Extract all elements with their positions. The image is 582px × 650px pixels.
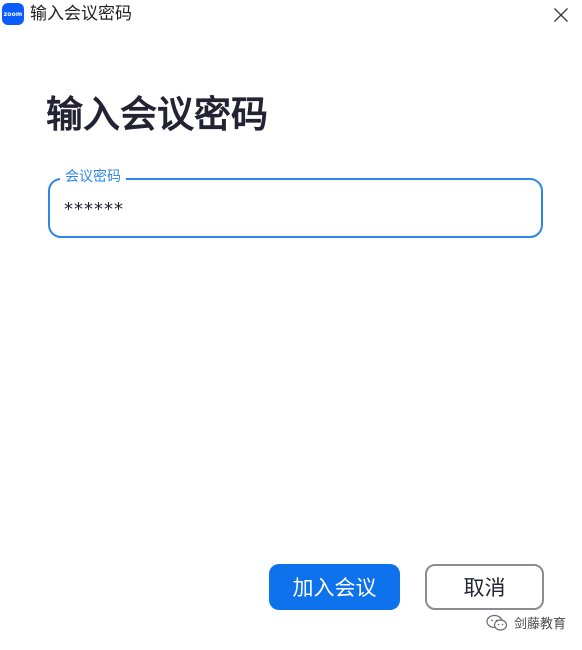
zoom-logo-icon: zoom (2, 3, 24, 25)
window-title: 输入会议密码 (30, 4, 132, 24)
meeting-password-dialog: zoom 输入会议密码 输入会议密码 会议密码 加入会议 取消 剑藤教育 (0, 0, 582, 650)
title-bar: zoom 输入会议密码 (0, 0, 582, 30)
watermark: 剑藤教育 (486, 613, 566, 632)
password-input[interactable] (64, 196, 524, 222)
logo-text: zoom (3, 10, 23, 18)
password-field-label: 会议密码 (60, 168, 126, 186)
page-title: 输入会议密码 (46, 93, 268, 136)
join-meeting-button[interactable]: 加入会议 (269, 564, 400, 610)
watermark-text: 剑藤教育 (513, 617, 566, 632)
close-button[interactable] (548, 2, 574, 28)
wechat-icon (486, 614, 508, 631)
meeting-password-field[interactable]: 会议密码 (48, 168, 543, 238)
close-icon (554, 8, 568, 22)
cancel-button[interactable]: 取消 (425, 564, 544, 610)
